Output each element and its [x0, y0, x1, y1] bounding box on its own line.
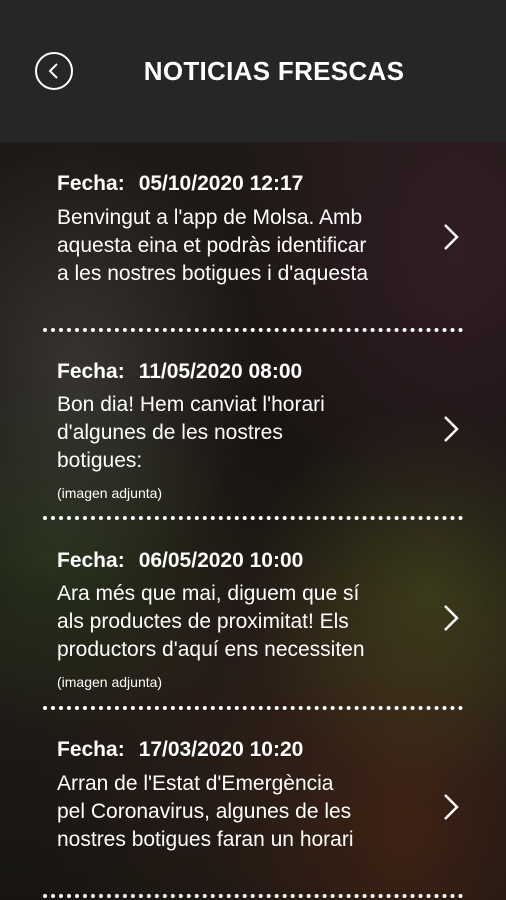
news-date-row: Fecha: 05/10/2020 12:17: [57, 172, 303, 196]
description-line: botigues:: [57, 449, 143, 472]
chevron-right-icon[interactable]: [440, 222, 462, 252]
attachment-note: (imagen adjunta): [57, 674, 163, 690]
description-line: Bon dia! Hem canviat l'horari: [57, 393, 325, 416]
description-line: a les nostres botigues i d'aquesta: [57, 262, 369, 285]
news-item[interactable]: Fecha: 06/05/2020 10:00 Ara més que mai, …: [0, 520, 506, 708]
date-label: Fecha:: [57, 360, 125, 383]
description-line: pel Coronavirus, algunes de les: [57, 800, 352, 823]
description-line: als productes de proximitat! Els: [57, 610, 349, 633]
description-line: d'algunes de les nostres: [57, 421, 283, 444]
chevron-left-icon: [48, 63, 58, 79]
news-item[interactable]: Fecha: 05/10/2020 12:17 Benvingut a l'app…: [0, 142, 506, 332]
chevron-right-icon[interactable]: [440, 792, 462, 822]
news-description: Bon dia! Hem canviat l'horari d'algunes …: [57, 391, 442, 475]
date-label: Fecha:: [57, 738, 125, 761]
news-date-row: Fecha: 17/03/2020 10:20: [57, 738, 303, 762]
news-date-row: Fecha: 06/05/2020 10:00: [57, 549, 303, 573]
description-line: productors d'aquí ens necessiten: [57, 638, 365, 661]
dotted-separator: [43, 894, 463, 898]
description-line: Benvingut a l'app de Molsa. Amb: [57, 206, 363, 229]
header: NOTICIAS FRESCAS: [0, 0, 506, 142]
news-description: Arran de l'Estat d'Emergència pel Corona…: [57, 770, 442, 854]
page-title: NOTICIAS FRESCAS: [143, 56, 405, 86]
news-item[interactable]: Fecha: 17/03/2020 10:20 Arran de l'Estat …: [0, 710, 506, 900]
news-item[interactable]: Fecha: 11/05/2020 08:00 Bon dia! Hem canv…: [0, 332, 506, 520]
attachment-note: (imagen adjunta): [57, 485, 163, 501]
chevron-right-icon[interactable]: [440, 603, 462, 633]
news-description: Benvingut a l'app de Molsa. Amb aquesta …: [57, 204, 442, 288]
description-line: aquesta eina et podràs identificar: [57, 234, 367, 257]
date-label: Fecha:: [57, 172, 125, 195]
chevron-right-icon[interactable]: [440, 414, 462, 444]
date-value: 05/10/2020 12:17: [138, 172, 304, 195]
date-value: 06/05/2020 10:00: [138, 549, 304, 572]
date-value: 11/05/2020 08:00: [138, 360, 303, 383]
news-date-row: Fecha: 11/05/2020 08:00: [57, 360, 302, 384]
back-button[interactable]: [35, 52, 73, 90]
description-line: Ara més que mai, diguem que sí: [57, 582, 360, 605]
news-description: Ara més que mai, diguem que sí als produ…: [57, 580, 442, 664]
date-value: 17/03/2020 10:20: [138, 738, 304, 761]
description-line: nostres botigues faran un horari: [57, 828, 354, 851]
description-line: Arran de l'Estat d'Emergència: [57, 772, 334, 795]
date-label: Fecha:: [57, 549, 125, 572]
